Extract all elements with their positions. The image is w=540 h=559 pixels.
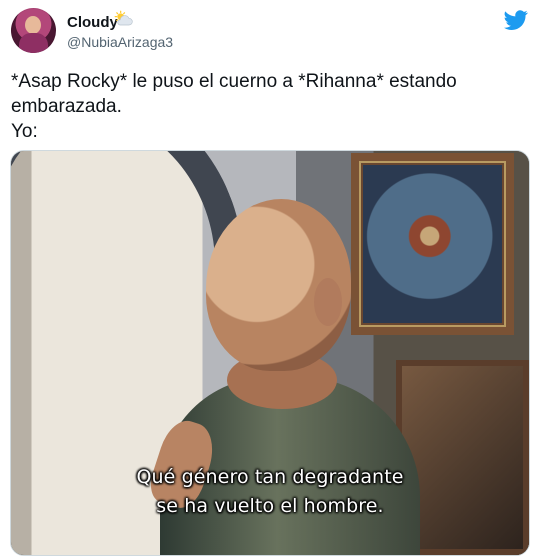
tweet-text-line: embarazada. bbox=[11, 96, 122, 117]
subtitle-line: Qué género tan degradante bbox=[136, 466, 404, 488]
tweet-text: *Asap Rocky* le puso el cuerno a *Rihann… bbox=[11, 69, 526, 144]
tweet-card: Cloudy @NubiaArizaga3 *Asap Rocky* le pu… bbox=[0, 0, 540, 559]
avatar-face bbox=[25, 16, 41, 34]
avatar[interactable] bbox=[11, 8, 56, 53]
avatar-body bbox=[19, 33, 48, 53]
tweet-media[interactable]: Qué género tan degradante se ha vuelto e… bbox=[10, 150, 530, 556]
display-name[interactable]: Cloudy bbox=[67, 14, 118, 32]
twitter-bird-icon[interactable] bbox=[504, 8, 528, 32]
username[interactable]: @NubiaArizaga3 bbox=[67, 34, 173, 51]
tweet-text-line: Yo: bbox=[11, 121, 38, 142]
subtitle-line: se ha vuelto el hombre. bbox=[156, 495, 384, 517]
ear bbox=[314, 278, 342, 326]
sun-behind-cloud-icon bbox=[114, 10, 133, 26]
video-subtitles: Qué género tan degradante se ha vuelto e… bbox=[11, 463, 529, 521]
tweet-text-line: *Asap Rocky* le puso el cuerno a *Rihann… bbox=[11, 71, 457, 92]
